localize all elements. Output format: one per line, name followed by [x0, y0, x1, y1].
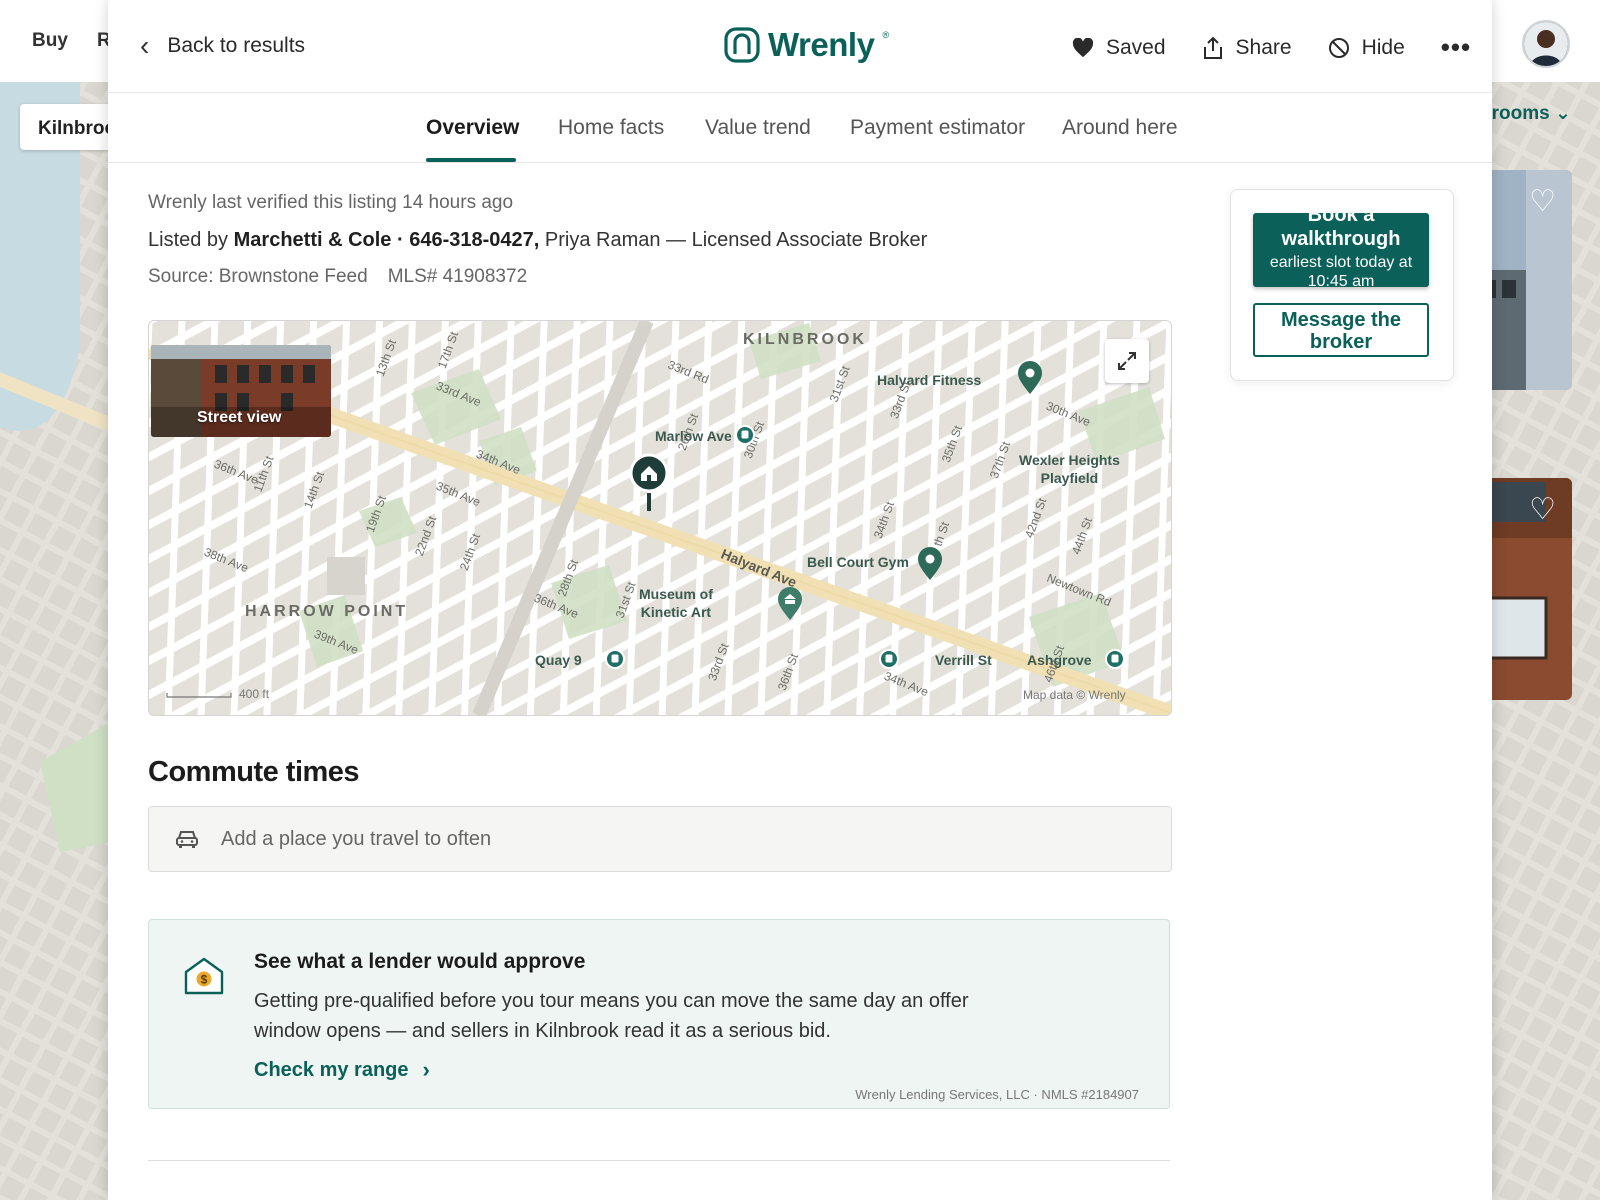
tab-around-here[interactable]: Around here: [1062, 116, 1178, 140]
block-icon: [1328, 37, 1349, 58]
expand-icon: [1118, 352, 1136, 370]
section-tabs: Overview Home facts Value trend Payment …: [108, 92, 1492, 163]
lender-body: Getting pre-qualified before you tour me…: [254, 990, 969, 1042]
brand-registered-mark: ®: [882, 30, 890, 40]
agent-name: Priya Raman — Licensed Associate Broker: [544, 229, 928, 251]
mls-number: MLS# 41908372: [387, 266, 528, 287]
transit-icon[interactable]: [605, 649, 625, 669]
listing-home-pin-icon[interactable]: [629, 453, 669, 513]
booking-card: Book a walkthrough earliest slot today a…: [1230, 189, 1454, 381]
tab-payment-estimator[interactable]: Payment estimator: [850, 116, 1025, 140]
save-heart-icon[interactable]: ♡: [1529, 492, 1556, 527]
hide-label: Hide: [1361, 35, 1405, 59]
listed-by: Listed by Marchetti & Cole · 646-318-042…: [148, 229, 927, 252]
listing-detail-panel: ‹ Back to results Wrenly ® Saved Share Hi…: [108, 0, 1492, 1200]
street-view-thumbnail[interactable]: Street view: [151, 345, 331, 437]
brand-logo[interactable]: Wrenly ®: [724, 26, 889, 64]
street-view-label: Street view: [197, 409, 282, 426]
active-tab-indicator: [426, 158, 516, 162]
bedrooms-filter[interactable]: drooms ⌄: [1480, 102, 1571, 125]
book-walkthrough-button[interactable]: Book a walkthrough earliest slot today a…: [1253, 213, 1429, 287]
verified-note: Wrenly last verified this listing 14 hou…: [148, 192, 514, 213]
tab-home-facts[interactable]: Home facts: [558, 116, 664, 140]
share-icon: [1203, 36, 1222, 59]
poi-label[interactable]: Wexler Heights Playfield: [1019, 451, 1120, 487]
transit-icon[interactable]: [879, 649, 899, 669]
poi-pin-icon[interactable]: [917, 547, 943, 581]
logo-mark-icon: [724, 27, 760, 63]
commute-heading: Commute times: [148, 756, 360, 788]
back-label: Back to results: [167, 34, 306, 57]
heart-filled-icon: [1072, 37, 1094, 57]
book-walkthrough-label: Book a walkthrough: [1281, 213, 1401, 250]
map-scale-label: 400 ft: [239, 687, 270, 701]
museum-pin-icon[interactable]: [777, 587, 803, 621]
check-my-range-label: Check my range: [254, 1058, 409, 1081]
neighborhood-label: HARROW POINT: [245, 603, 409, 620]
share-button[interactable]: Share: [1202, 36, 1292, 60]
lender-disclaimer: Wrenly Lending Services, LLC · NMLS #218…: [855, 1087, 1139, 1102]
chevron-right-icon: ›: [422, 1057, 430, 1082]
source-text: Source: Brownstone Feed: [148, 266, 368, 287]
svg-text:$: $: [201, 973, 208, 987]
save-heart-icon[interactable]: ♡: [1529, 184, 1556, 219]
saved-label: Saved: [1106, 35, 1166, 59]
earliest-slot-note: earliest slot today at 10:45 am: [1269, 254, 1413, 287]
more-options-icon[interactable]: •••: [1441, 32, 1471, 63]
transit-stop-label[interactable]: Quay 9: [535, 651, 582, 669]
expand-map-button[interactable]: [1105, 339, 1149, 383]
neighborhood-label: KILNBROOK: [743, 331, 867, 348]
chevron-left-icon: ‹: [140, 30, 150, 61]
hide-button[interactable]: Hide: [1328, 36, 1405, 60]
tab-value-trend[interactable]: Value trend: [705, 116, 811, 140]
lender-promo: $ See what a lender would approve Gettin…: [148, 919, 1170, 1109]
poi-label[interactable]: Museum of Kinetic Art: [639, 585, 713, 621]
poi-label[interactable]: Bell Court Gym: [807, 553, 909, 571]
car-icon: [176, 831, 198, 848]
listed-by-prefix: Listed by: [148, 229, 229, 251]
share-label: Share: [1235, 35, 1292, 59]
chevron-down-icon: ⌄: [1554, 103, 1571, 124]
map-attribution: Map data © Wrenly: [1023, 688, 1126, 702]
poi-label[interactable]: Halyard Fitness: [877, 371, 981, 389]
check-my-range-link[interactable]: Check my range ›: [254, 1057, 430, 1083]
lender-title: See what a lender would approve: [254, 950, 586, 973]
location-map[interactable]: Street view KILNBROOK HARROW POINT Halya…: [148, 320, 1172, 716]
transit-icon[interactable]: [1105, 649, 1125, 669]
transit-stop-label[interactable]: Verrill St: [935, 651, 992, 669]
nav-buy[interactable]: Buy: [32, 30, 68, 52]
tab-overview[interactable]: Overview: [426, 116, 519, 140]
header-actions: Saved Share Hide •••: [1072, 32, 1471, 63]
poi-pin-icon[interactable]: [1017, 361, 1043, 395]
house-dollar-icon: $: [184, 957, 224, 995]
back-to-results-button[interactable]: ‹ Back to results: [140, 32, 305, 60]
message-broker-button[interactable]: Message the broker: [1253, 303, 1429, 357]
user-avatar[interactable]: [1522, 20, 1570, 68]
commute-field[interactable]: [148, 806, 1172, 872]
commute-place-input[interactable]: [219, 826, 1123, 852]
saved-button[interactable]: Saved: [1072, 36, 1166, 60]
listing-source: Source: Brownstone Feed MLS# 41908372: [148, 266, 527, 288]
brokerage-phone[interactable]: Marchetti & Cole · 646-318-0427,: [234, 229, 540, 251]
section-divider: [148, 1160, 1170, 1161]
brand-name: Wrenly: [768, 26, 875, 63]
transit-icon[interactable]: [735, 425, 755, 445]
panel-header: ‹ Back to results Wrenly ® Saved Share Hi…: [108, 0, 1492, 93]
